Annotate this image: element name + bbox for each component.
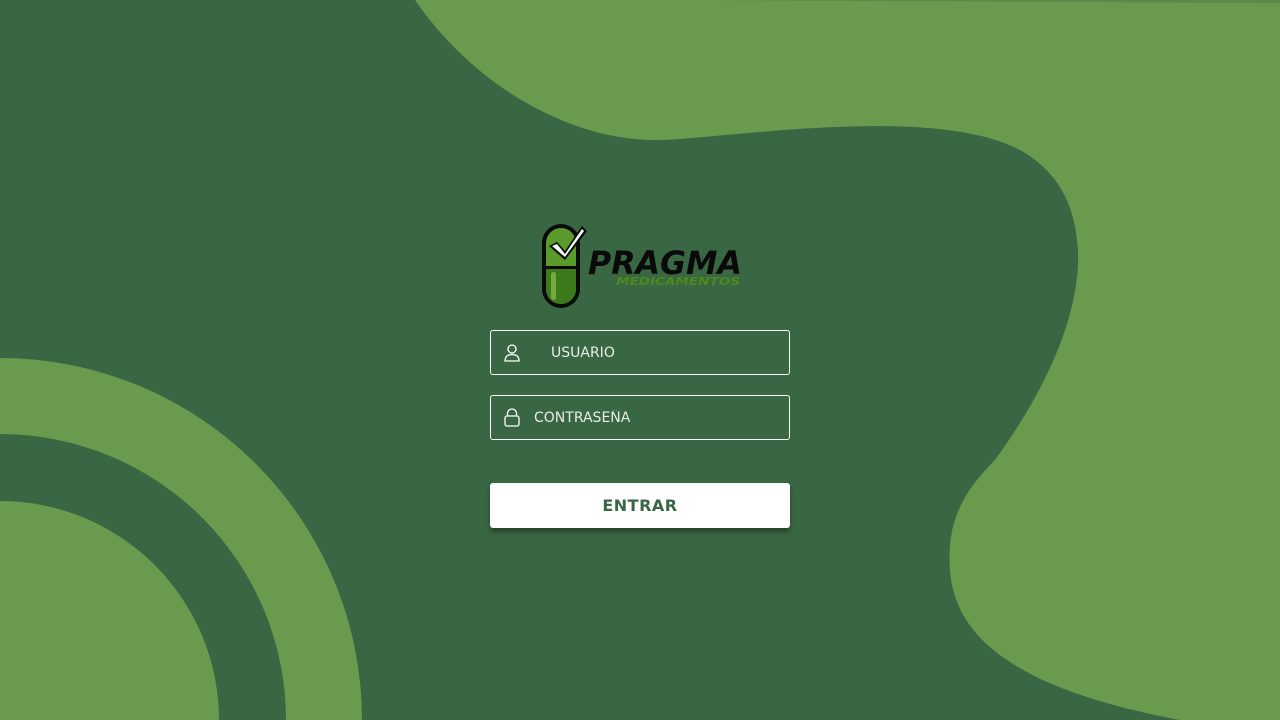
password-field[interactable] — [490, 395, 790, 440]
password-input[interactable] — [534, 396, 789, 439]
bottom-left-inner-quarter — [0, 501, 219, 720]
user-icon — [503, 343, 521, 362]
pill-check-icon — [542, 224, 587, 308]
login-page: PRAGMA MEDICAMENTOS ENTRAR — [0, 0, 1280, 720]
username-input[interactable] — [551, 331, 789, 374]
pragma-logo: PRAGMA MEDICAMENTOS — [542, 224, 742, 308]
login-button[interactable]: ENTRAR — [490, 483, 790, 528]
lock-icon — [503, 408, 521, 427]
logo-tagline-text: MEDICAMENTOS — [616, 276, 740, 288]
username-field[interactable] — [490, 330, 790, 375]
